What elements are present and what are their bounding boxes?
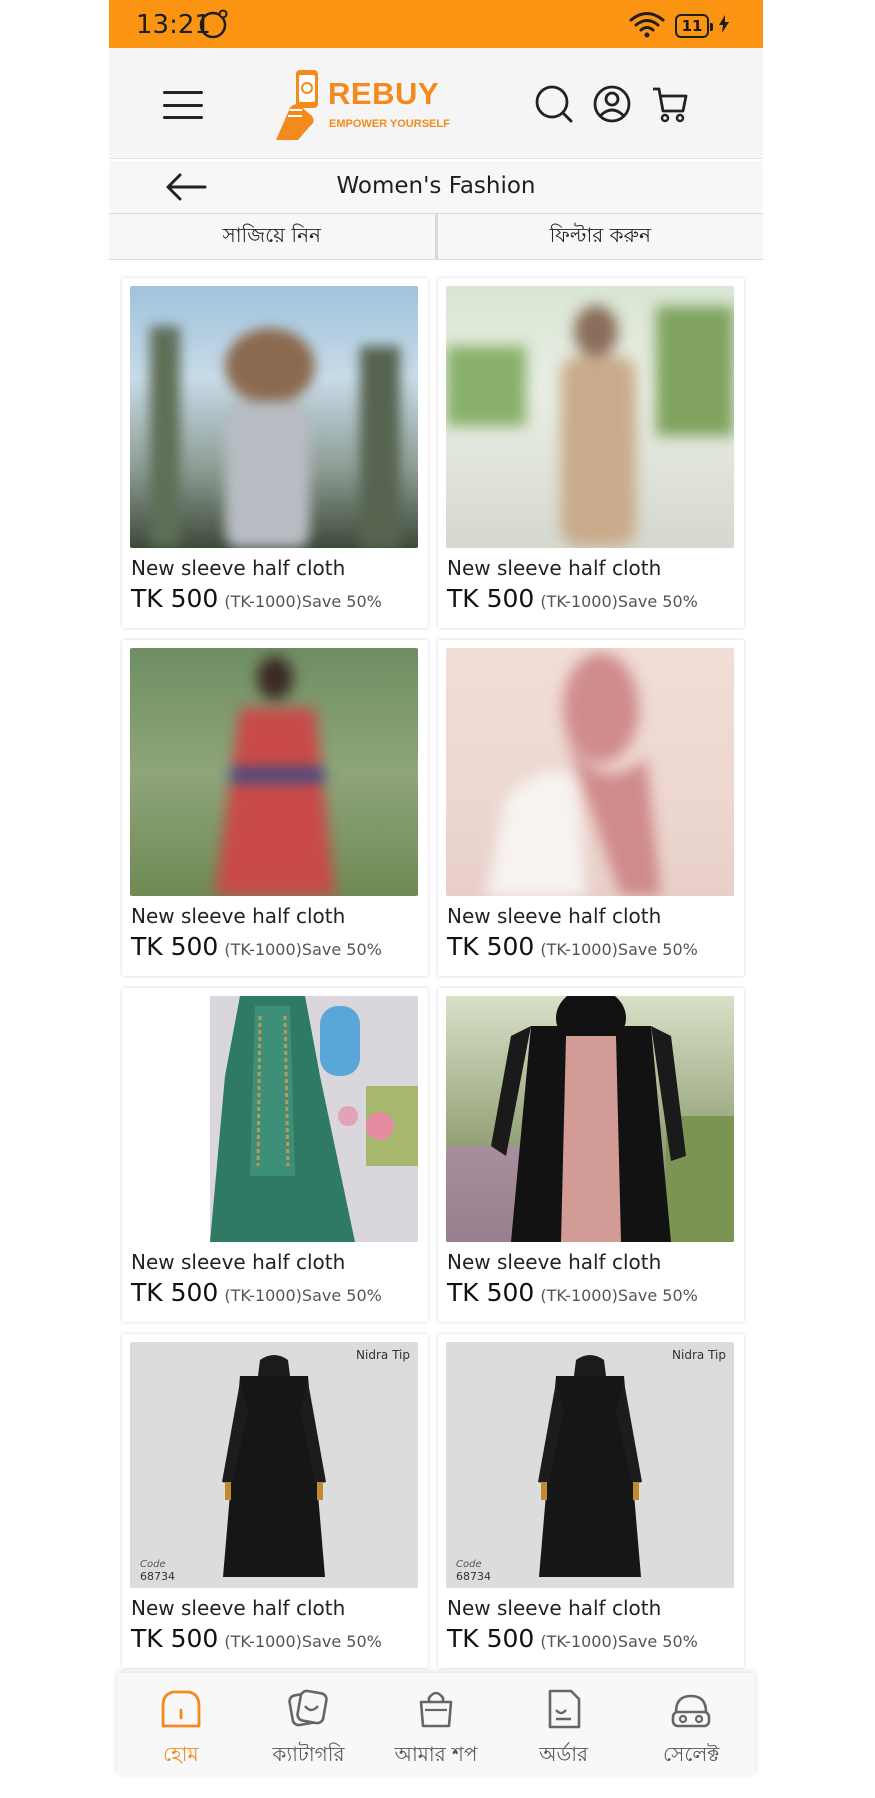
status-icons: 11: [629, 10, 729, 42]
product-discount: Save 50%: [617, 1632, 698, 1651]
charging-icon: [719, 15, 729, 37]
product-card[interactable]: New sleeve half cloth TK 500 (TK-1000)Sav…: [438, 640, 744, 976]
filter-button[interactable]: ফিল্টার করুন: [434, 214, 764, 260]
rebuy-logo[interactable]: REBUY EMPOWER YOURSELF: [272, 66, 452, 144]
product-original-price: (TK-1000): [224, 1632, 302, 1651]
product-original-price: (TK-1000): [540, 1632, 618, 1651]
product-image[interactable]: [446, 648, 734, 896]
product-price: TK 500: [447, 1278, 535, 1307]
nav-category-label: ক্যাটাগরি: [272, 1742, 345, 1766]
bottom-navigation: হোম ক্যাটাগরি আমার শপ অর্ডার সেলেক্ট: [117, 1673, 755, 1775]
product-discount: Save 50%: [301, 940, 382, 959]
nav-order[interactable]: অর্ডার: [509, 1673, 619, 1775]
product-image[interactable]: [130, 286, 418, 548]
product-discount: Save 50%: [301, 1286, 382, 1305]
sort-filter-bar: সাজিয়ে নিন ফিল্টার করুন: [109, 213, 763, 260]
product-name: New sleeve half cloth: [131, 556, 346, 580]
product-name: New sleeve half cloth: [131, 904, 346, 928]
nav-home[interactable]: হোম: [126, 1673, 236, 1775]
shopping-bag-icon: [413, 1686, 459, 1736]
product-discount: Save 50%: [301, 592, 382, 611]
order-document-icon: [541, 1686, 587, 1736]
product-card[interactable]: New sleeve half cloth TK 500 (TK-1000)Sav…: [438, 278, 744, 628]
nav-order-label: অর্ডার: [539, 1742, 588, 1766]
home-icon: [158, 1686, 204, 1736]
nav-my-shop-label: আমার শপ: [394, 1742, 478, 1766]
wifi-icon: [629, 10, 665, 42]
product-card[interactable]: New sleeve half cloth TK 500 (TK-1000)Sav…: [122, 988, 428, 1322]
product-price: TK 500: [447, 584, 535, 613]
product-image[interactable]: [130, 996, 418, 1242]
status-bar: 13:21 11: [109, 0, 763, 48]
select-basket-icon: [668, 1686, 714, 1736]
product-image[interactable]: Nidra Tip Code 68734: [130, 1342, 418, 1588]
product-name: New sleeve half cloth: [131, 1596, 346, 1620]
product-discount: Save 50%: [617, 592, 698, 611]
product-original-price: (TK-1000): [540, 592, 618, 611]
search-icon[interactable]: [534, 84, 574, 128]
product-name: New sleeve half cloth: [447, 1596, 662, 1620]
product-image[interactable]: [446, 286, 734, 548]
product-original-price: (TK-1000): [224, 1286, 302, 1305]
product-price: TK 500: [131, 932, 219, 961]
product-name: New sleeve half cloth: [131, 1250, 346, 1274]
app-screen: 13:21 11 REBUY EMPOWER YOURSELF Women's …: [109, 0, 763, 1798]
image-code-label: Code: [456, 1559, 482, 1570]
image-brand-mark: Nidra Tip: [672, 1348, 726, 1362]
product-original-price: (TK-1000): [224, 592, 302, 611]
image-brand-mark: Nidra Tip: [356, 1348, 410, 1362]
cart-icon[interactable]: [650, 84, 690, 128]
product-card[interactable]: New sleeve half cloth TK 500 (TK-1000)Sav…: [438, 988, 744, 1322]
product-card[interactable]: Nidra Tip Code 68734 New sleeve half clo…: [438, 1334, 744, 1668]
image-code: 68734: [140, 1570, 175, 1583]
product-discount: Save 50%: [617, 1286, 698, 1305]
product-discount: Save 50%: [301, 1632, 382, 1651]
hamburger-menu-icon[interactable]: [163, 91, 203, 119]
product-image[interactable]: [446, 996, 734, 1242]
product-price: TK 500: [131, 584, 219, 613]
image-code: 68734: [456, 1570, 491, 1583]
product-card[interactable]: Nidra Tip Code 68734 New sleeve half clo…: [122, 1334, 428, 1668]
nav-select-label: সেলেক্ট: [663, 1742, 720, 1766]
nav-category[interactable]: ক্যাটাগরি: [253, 1673, 363, 1775]
product-name: New sleeve half cloth: [447, 904, 662, 928]
product-image[interactable]: [130, 648, 418, 896]
product-price: TK 500: [131, 1278, 219, 1307]
nav-my-shop[interactable]: আমার শপ: [381, 1673, 491, 1775]
hand-phone-logo-icon: [276, 70, 318, 140]
product-price: TK 500: [447, 932, 535, 961]
nav-select[interactable]: সেলেক্ট: [636, 1673, 746, 1775]
battery-icon: 11: [675, 14, 713, 38]
app-header: REBUY EMPOWER YOURSELF: [109, 48, 763, 159]
logo-brand-text: REBUY: [328, 76, 440, 111]
product-name: New sleeve half cloth: [447, 1250, 662, 1274]
product-discount: Save 50%: [617, 940, 698, 959]
product-image[interactable]: Nidra Tip Code 68734: [446, 1342, 734, 1588]
product-original-price: (TK-1000): [224, 940, 302, 959]
product-original-price: (TK-1000): [540, 940, 618, 959]
product-price: TK 500: [131, 1624, 219, 1653]
nav-home-label: হোম: [163, 1742, 199, 1766]
category-icon: [285, 1686, 331, 1736]
account-icon[interactable]: [592, 84, 632, 128]
page-title: Women's Fashion: [336, 173, 536, 199]
product-original-price: (TK-1000): [540, 1286, 618, 1305]
product-card[interactable]: New sleeve half cloth TK 500 (TK-1000)Sav…: [122, 640, 428, 976]
logo-tagline: EMPOWER YOURSELF: [329, 118, 450, 130]
product-name: New sleeve half cloth: [447, 556, 662, 580]
product-price: TK 500: [447, 1624, 535, 1653]
image-code-label: Code: [140, 1559, 166, 1570]
sync-icon: [197, 8, 229, 44]
category-subheader: Women's Fashion সাজিয়ে নিন ফিল্টার করুন: [109, 161, 763, 260]
sort-button[interactable]: সাজিয়ে নিন: [109, 214, 435, 260]
product-card[interactable]: New sleeve half cloth TK 500 (TK-1000)Sav…: [122, 278, 428, 628]
